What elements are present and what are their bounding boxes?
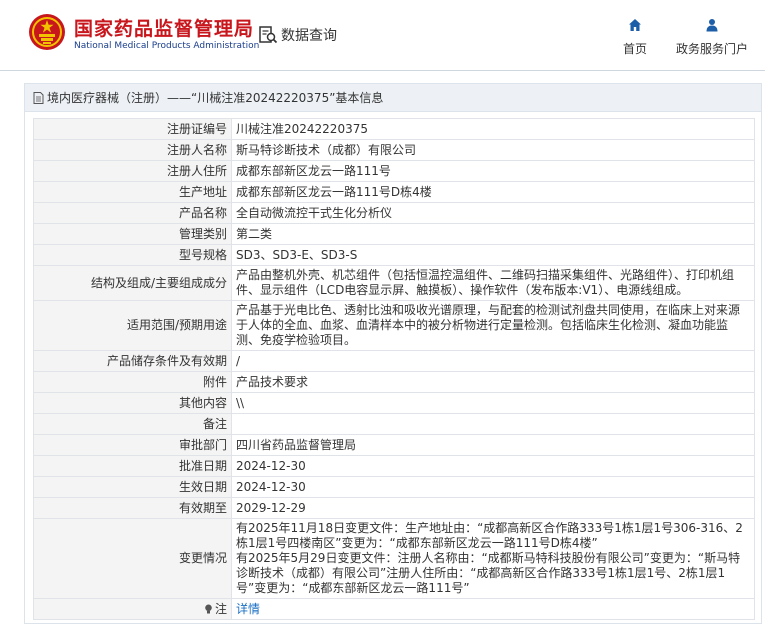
table-row: 有效期至 2029-12-29 xyxy=(33,497,755,519)
field-label: 产品名称 xyxy=(33,202,232,224)
field-value xyxy=(231,413,755,435)
field-label: 备注 xyxy=(33,413,232,435)
field-label: 注册人住所 xyxy=(33,160,232,182)
panel-header: 境内医疗器械（注册）——“川械注准20242220375”基本信息 xyxy=(25,84,761,112)
table-row: 注册人名称 斯马特诊断技术（成都）有限公司 xyxy=(33,139,755,161)
table-row: 产品名称 全自动微流控干式生化分析仪 xyxy=(33,202,755,224)
field-label: 生产地址 xyxy=(33,181,232,203)
field-value: 产品技术要求 xyxy=(231,371,755,393)
table-row: 审批部门 四川省药品监督管理局 xyxy=(33,434,755,456)
change-history-value: 有2025年11月18日变更文件：生产地址由：“成都高新区合作路333号1栋1层… xyxy=(231,518,755,599)
field-value: 2024-12-30 xyxy=(231,455,755,477)
brand-title-cn: 国家药品监督管理局 xyxy=(74,18,255,40)
field-value: 全自动微流控干式生化分析仪 xyxy=(231,202,755,224)
field-value: 2029-12-29 xyxy=(231,497,755,519)
nav-home[interactable]: 首页 xyxy=(620,18,650,57)
home-icon xyxy=(629,19,641,31)
field-value: SD3、SD3-E、SD3-S xyxy=(231,244,755,266)
field-value: / xyxy=(231,350,755,372)
data-search-link[interactable]: 数据查询 xyxy=(258,24,337,46)
table-row: 附件 产品技术要求 xyxy=(33,371,755,393)
change-entry: 有2025年5月29日变更文件：注册人名称由：“成都斯马特科技股份有限公司”变更… xyxy=(236,551,741,595)
table-row: 注册人住所 成都东部新区龙云一路111号 xyxy=(33,160,755,182)
field-value: 川械注准20242220375 xyxy=(231,118,755,140)
nav-service-portal[interactable]: 政务服务门户 xyxy=(670,18,754,57)
registration-info-table: 注册证编号 川械注准20242220375 注册人名称 斯马特诊断技术（成都）有… xyxy=(33,118,755,620)
detail-panel: 境内医疗器械（注册）——“川械注准20242220375”基本信息 注册证编号 … xyxy=(24,83,762,624)
document-icon xyxy=(33,91,44,104)
table-row: 注册证编号 川械注准20242220375 xyxy=(33,118,755,140)
field-label: 管理类别 xyxy=(33,223,232,245)
national-emblem-icon xyxy=(29,14,65,50)
field-label: 批准日期 xyxy=(33,455,232,477)
table-row: 生产地址 成都东部新区龙云一路111号D栋4楼 xyxy=(33,181,755,203)
table-row: 适用范围/预期用途 产品基于光电比色、透射比浊和吸收光谱原理，与配套的检测试剂盘… xyxy=(33,300,755,351)
field-value: 第二类 xyxy=(231,223,755,245)
note-label-cell: 注 xyxy=(33,598,232,620)
field-value: 详情 xyxy=(231,598,755,620)
table-row: 产品储存条件及有效期 / xyxy=(33,350,755,372)
field-label: 审批部门 xyxy=(33,434,232,456)
field-value: 成都东部新区龙云一路111号 xyxy=(231,160,755,182)
table-row: 变更情况 有2025年11月18日变更文件：生产地址由：“成都高新区合作路333… xyxy=(33,518,755,599)
field-label: 结构及组成/主要组成成分 xyxy=(33,265,232,301)
field-value: 四川省药品监督管理局 xyxy=(231,434,755,456)
change-entry: 有2025年11月18日变更文件：生产地址由：“成都高新区合作路333号1栋1层… xyxy=(236,521,743,550)
field-value: 产品基于光电比色、透射比浊和吸收光谱原理，与配套的检测试剂盘共同使用，在临床上对… xyxy=(231,300,755,351)
field-label: 生效日期 xyxy=(33,476,232,498)
field-label: 注册证编号 xyxy=(33,118,232,140)
field-label: 适用范围/预期用途 xyxy=(33,300,232,351)
user-icon xyxy=(706,19,718,32)
panel-title: 境内医疗器械（注册）——“川械注准20242220375”基本信息 xyxy=(47,91,384,105)
field-label: 注 xyxy=(214,601,227,616)
site-header: 国家药品监督管理局 National Medical Products Admi… xyxy=(0,0,765,71)
field-label: 注册人名称 xyxy=(33,139,232,161)
field-value: 斯马特诊断技术（成都）有限公司 xyxy=(231,139,755,161)
lightbulb-icon xyxy=(205,604,212,613)
table-row: 型号规格 SD3、SD3-E、SD3-S xyxy=(33,244,755,266)
field-label: 产品储存条件及有效期 xyxy=(33,350,232,372)
field-label: 型号规格 xyxy=(33,244,232,266)
details-link[interactable]: 详情 xyxy=(236,602,260,616)
field-label: 变更情况 xyxy=(33,518,232,599)
table-row: 批准日期 2024-12-30 xyxy=(33,455,755,477)
table-row: 管理类别 第二类 xyxy=(33,223,755,245)
field-value: \\ xyxy=(231,392,755,414)
table-row: 注 详情 xyxy=(33,598,755,620)
nav-home-label: 首页 xyxy=(622,42,647,56)
nav-portal-label: 政务服务门户 xyxy=(675,42,748,56)
field-value: 成都东部新区龙云一路111号D栋4楼 xyxy=(231,181,755,203)
field-value: 产品由整机外壳、机芯组件（包括恒温控温组件、二维码扫描采集组件、光路组件）、打印… xyxy=(231,265,755,301)
field-label: 其他内容 xyxy=(33,392,232,414)
table-row: 结构及组成/主要组成成分 产品由整机外壳、机芯组件（包括恒温控温组件、二维码扫描… xyxy=(33,265,755,301)
data-search-label: 数据查询 xyxy=(281,28,337,44)
table-row: 其他内容 \\ xyxy=(33,392,755,414)
field-label: 附件 xyxy=(33,371,232,393)
table-row: 备注 xyxy=(33,413,755,435)
brand-title-en: National Medical Products Administration xyxy=(74,41,260,51)
table-row: 生效日期 2024-12-30 xyxy=(33,476,755,498)
field-value: 2024-12-30 xyxy=(231,476,755,498)
field-label: 有效期至 xyxy=(33,497,232,519)
data-search-icon xyxy=(259,26,278,44)
